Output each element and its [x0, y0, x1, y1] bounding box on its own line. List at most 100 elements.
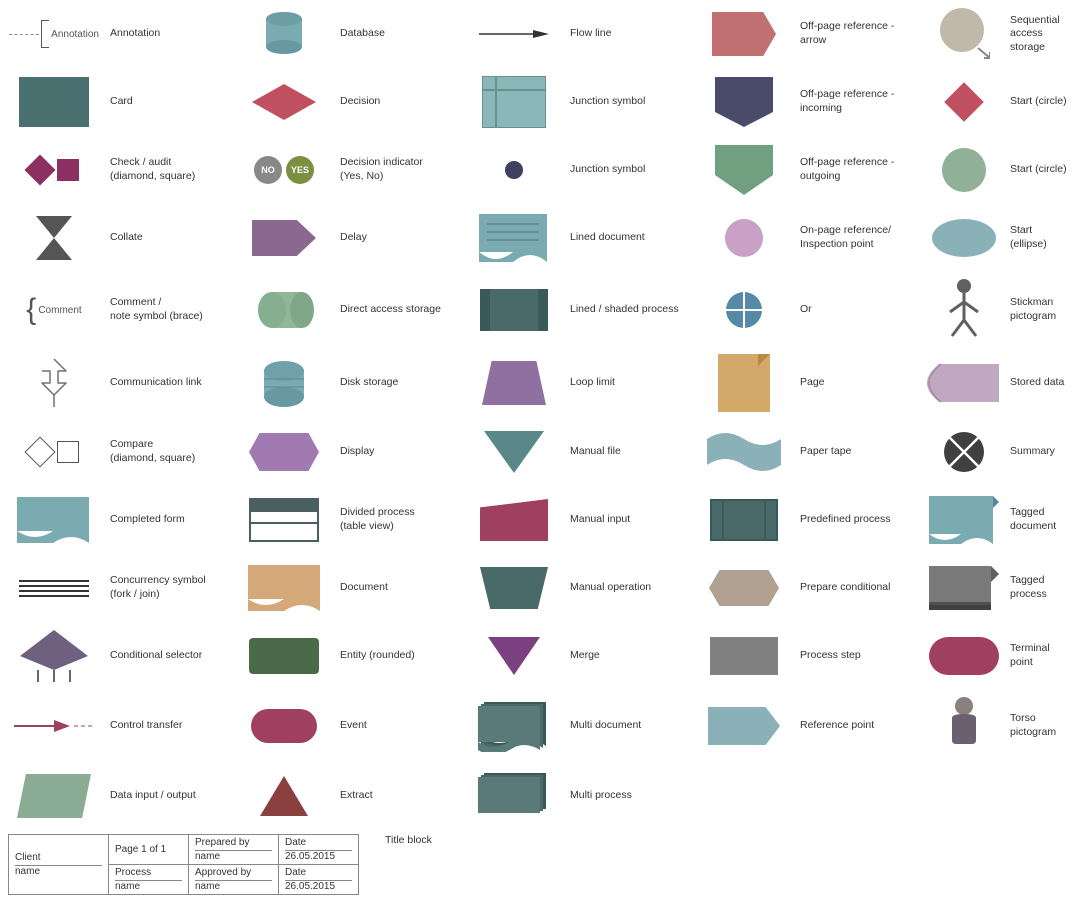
summary-label: Summary — [1004, 445, 1071, 459]
extract-shape — [234, 776, 334, 816]
divided-icon — [249, 498, 319, 542]
flowline-cell: Flow line — [460, 0, 690, 68]
database-icon — [259, 9, 309, 59]
offpage-arrow-shape — [694, 12, 794, 56]
ref-point-cell: Reference point — [690, 692, 920, 760]
display-icon — [249, 433, 319, 471]
delay-cell: Delay — [230, 204, 460, 272]
predefined-label: Predefined process — [794, 513, 916, 527]
torso-shape — [924, 696, 1004, 756]
manual-input-shape — [464, 499, 564, 541]
summary-shape — [924, 430, 1004, 474]
process-step-shape — [694, 637, 794, 675]
tagged-process-shape — [924, 566, 1004, 610]
start-circle-label: Start (circle) — [1004, 163, 1071, 177]
ref-point-label: Reference point — [794, 719, 916, 733]
page-of: of 1 — [149, 844, 166, 855]
sort-label: Start (circle) — [1004, 95, 1071, 109]
compare-icon — [29, 441, 79, 463]
comm-link-cell: Communication link — [0, 349, 230, 417]
merge-icon — [488, 637, 540, 675]
start-ellipse-icon — [932, 219, 996, 257]
cond-selector-shape — [4, 628, 104, 684]
ctrl-transfer-icon — [14, 712, 94, 740]
offpage-outgoing-shape — [694, 145, 794, 195]
compare-label: Compare(diamond, square) — [104, 438, 226, 465]
process-name: name — [115, 880, 182, 892]
fork-line-top — [19, 580, 89, 582]
completed-form-label: Completed form — [104, 513, 226, 527]
divided-label: Divided process(table view) — [334, 506, 456, 533]
process-step-label: Process step — [794, 649, 916, 663]
manual-file-label: Manual file — [564, 445, 686, 459]
manual-op-cell: Manual operation — [460, 554, 690, 622]
onpage-ref-shape — [694, 219, 794, 257]
dec-indicator-icon: NO YES — [254, 156, 314, 184]
concurrency-icon — [19, 580, 89, 597]
prepared-name: name — [195, 850, 272, 862]
stickman-shape — [924, 278, 1004, 342]
check-square — [57, 159, 79, 181]
prepare-icon — [709, 570, 779, 606]
process-step-icon — [710, 637, 778, 675]
seq-access-cell: Sequential accessstorage — [920, 0, 1075, 68]
predefined-cell: Predefined process — [690, 486, 920, 554]
tagged-process-cell: Tagged process — [920, 554, 1075, 622]
start-circle-shape — [924, 148, 1004, 192]
dec-indicator-shape: NO YES — [234, 156, 334, 184]
direct-access-shape — [234, 290, 334, 330]
or-label: Or — [794, 303, 916, 317]
decision-label: Decision — [334, 95, 456, 109]
document-label: Document — [334, 581, 456, 595]
manual-input-label: Manual input — [564, 513, 686, 527]
data-io-label: Data input / output — [104, 789, 226, 803]
prepare-shape — [694, 570, 794, 606]
page-cell: Page — [690, 348, 920, 418]
merge-cell: Merge — [460, 622, 690, 690]
fork-line-bottom — [19, 595, 89, 597]
page-fold — [758, 354, 770, 366]
collate-icon — [36, 216, 72, 260]
date-cell: Date 26.05.2015 — [279, 835, 359, 865]
direct-access-label: Direct access storage — [334, 303, 456, 317]
dec-indicator-label: Decision indicator(Yes, No) — [334, 156, 456, 183]
seq-access-label: Sequential accessstorage — [1004, 14, 1071, 55]
entity-cell: Entity (rounded) — [230, 622, 460, 690]
collate-top — [36, 216, 72, 238]
fork-line-mid2 — [19, 590, 89, 592]
entity-shape — [234, 638, 334, 674]
offpage-arrow-label: Off-page reference -arrow — [794, 20, 916, 47]
stored-data-icon — [927, 362, 1001, 404]
page-cell-tb: Page 1 of 1 — [109, 835, 189, 865]
entity-label: Entity (rounded) — [334, 649, 456, 663]
extract-cell: Extract — [230, 762, 460, 830]
onpage-ref-icon — [725, 219, 763, 257]
indicator-no: NO — [254, 156, 282, 184]
tagged-doc-cell: Tagged document — [920, 486, 1075, 554]
stored-data-cell: Stored data — [920, 349, 1075, 417]
concurrency-label: Concurrency symbol(fork / join) — [104, 574, 226, 601]
start-ellipse-cell: Start (ellipse) — [920, 204, 1075, 272]
page-label: Page 1 — [115, 844, 147, 855]
card-shape — [4, 77, 104, 127]
predefined-icon — [710, 499, 778, 541]
event-label: Event — [334, 719, 456, 733]
loop-limit-label: Loop limit — [564, 376, 686, 390]
direct-access-cell: Direct access storage — [230, 276, 460, 344]
annotation-icon: Annotation — [9, 20, 99, 48]
disk-shape — [234, 357, 334, 409]
manual-input-cell: Manual input — [460, 486, 690, 554]
annotation-line — [9, 34, 39, 35]
document-shape — [234, 565, 334, 611]
comment-brace: { — [26, 295, 36, 325]
lined-process-label: Lined / shaded process — [564, 303, 686, 317]
manual-op-label: Manual operation — [564, 581, 686, 595]
date-value: 26.05.2015 — [285, 850, 352, 862]
merge-label: Merge — [564, 649, 686, 663]
or-icon — [724, 290, 764, 330]
date2-value: 26.05.2015 — [285, 880, 352, 892]
prepare-label: Prepare conditional — [794, 581, 916, 595]
offpage-incoming-shape — [694, 77, 794, 127]
extract-label: Extract — [334, 789, 456, 803]
multi-doc-cell: Multi document — [460, 692, 690, 760]
